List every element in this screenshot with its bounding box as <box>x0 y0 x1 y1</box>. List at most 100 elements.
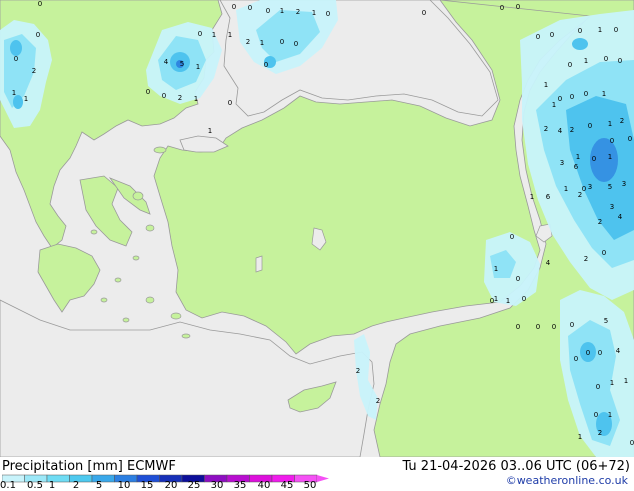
precip-value-label: 1 <box>312 9 316 17</box>
precip-value-label: 1 <box>196 63 200 71</box>
precip-value-label: 1 <box>552 101 556 109</box>
precip-value-label: 0 <box>294 40 298 48</box>
precip-value-label: 0 <box>326 10 330 18</box>
precip-value-label: 1 <box>610 379 614 387</box>
precip-value-label: 1 <box>578 433 582 441</box>
precip-value-label: 2 <box>246 38 250 46</box>
precip-core <box>572 38 588 50</box>
precip-value-label: 0 <box>14 55 18 63</box>
precip-value-label: 0 <box>604 55 608 63</box>
precip-value-label: 2 <box>178 94 182 102</box>
precip-core <box>13 95 23 109</box>
precip-value-label: 6 <box>546 193 551 201</box>
precip-value-label: 0 <box>516 3 520 11</box>
valid-time: Tu 21-04-2026 03..06 UTC (06+72) <box>402 459 630 474</box>
precip-value-label: 0 <box>598 349 602 357</box>
precip-value-label: 2 <box>620 117 624 125</box>
precip-value-label: 1 <box>608 411 612 419</box>
precip-value-label: 5 <box>604 317 608 325</box>
lake-beysehir <box>255 255 263 273</box>
precip-value-label: 0 <box>550 31 554 39</box>
precip-value-label: 0 <box>36 31 40 39</box>
map-title: Precipitation [mm] ECMWF <box>2 459 176 474</box>
precip-value-label: 0 <box>280 38 284 46</box>
precip-value-label: 0 <box>614 26 618 34</box>
precip-value-label: 1 <box>624 377 628 385</box>
precip-value-label: 0 <box>582 185 586 193</box>
scale-tick-label: 1 <box>48 480 56 491</box>
precip-value-label: 1 <box>564 185 568 193</box>
precip-value-label: 1 <box>280 7 284 15</box>
precip-value-label: 2 <box>296 8 300 16</box>
precip-value-label: 0 <box>536 323 540 331</box>
precip-value-label: 2 <box>32 67 36 75</box>
credit-link[interactable]: ©weatheronline.co.uk <box>506 474 628 487</box>
precip-value-label: 0 <box>516 275 520 283</box>
scale-tick-label: 15 <box>140 480 154 491</box>
precip-value-label: 3 <box>622 180 626 188</box>
precip-value-label: 0 <box>422 9 426 17</box>
precip-value-label: 6 <box>574 163 579 171</box>
precip-core <box>10 40 22 56</box>
precip-value-label: 1 <box>212 31 216 39</box>
precip-value-label: 2 <box>544 125 548 133</box>
scale-tick-label: 5 <box>95 480 103 491</box>
precip-value-label: 0 <box>146 88 150 96</box>
precip-value-label: 1 <box>208 127 212 135</box>
precip-value-label: 1 <box>228 31 232 39</box>
precip-value-label: 0 <box>162 92 166 100</box>
legend-footer: Precipitation [mm] ECMWF Tu 21-04-2026 0… <box>0 457 634 491</box>
precip-value-label: 1 <box>12 89 16 97</box>
scale-arrow <box>317 475 329 482</box>
scale-tick-label: 35 <box>233 480 247 491</box>
precip-value-label: 5 <box>608 183 612 191</box>
precip-value-label: 1 <box>584 57 588 65</box>
precip-value-label: 0 <box>630 439 634 447</box>
precip-value-label: 0 <box>38 0 42 8</box>
precip-value-label: 4 <box>164 58 169 66</box>
precip-value-label: 2 <box>578 191 582 199</box>
precip-value-label: 2 <box>584 255 588 263</box>
precip-value-label: 0 <box>588 122 592 130</box>
precip-value-label: 0 <box>264 61 268 69</box>
precip-value-label: 1 <box>544 81 548 89</box>
precip-value-label: 1 <box>598 26 602 34</box>
precip-value-label: 3 <box>588 183 592 191</box>
precip-value-label: 0 <box>232 3 236 11</box>
precipitation-map: 0 0 0 0 1 2 1 0 00 00 0 1 12 1 0 04 5 1 00 0 2 1 0102110 0 0 1 01 0… <box>0 0 634 457</box>
precip-value-label: 0 <box>628 135 632 143</box>
precip-value-label: 1 <box>494 265 498 273</box>
precip-value-label: 2 <box>570 126 574 134</box>
precip-value-label: 0 <box>574 355 578 363</box>
precip-value-label: 0 <box>510 233 514 241</box>
precip-value-label: 1 <box>608 120 612 128</box>
precip-value-label: 2 <box>598 218 602 226</box>
precip-value-label: 1 <box>608 153 612 161</box>
scale-tick-label: 2 <box>72 480 80 491</box>
precip-value-label: 0 <box>570 93 574 101</box>
precip-value-label: 0 <box>596 383 600 391</box>
precip-value-label: 2 <box>356 367 360 375</box>
scale-tick-label: 40 <box>257 480 271 491</box>
scale-tick-label: 20 <box>164 480 178 491</box>
precip-value-label: 0 <box>610 137 614 145</box>
precip-value-label: 0 <box>602 249 606 257</box>
scale-tick-label: 45 <box>280 480 294 491</box>
scale-tick-label: 0.5 <box>27 480 43 491</box>
precip-value-label: 1 <box>530 193 534 201</box>
precip-value-label: 1 <box>576 153 580 161</box>
precip-value-label: 0 <box>592 155 596 163</box>
precip-value-label: 0 <box>568 61 572 69</box>
precip-value-label: 0 <box>586 349 590 357</box>
precip-value-label: 1 <box>24 95 28 103</box>
precip-value-label: 0 <box>248 4 252 12</box>
precip-value-label: 0 <box>536 33 540 41</box>
precip-value-label: 0 <box>228 99 232 107</box>
precip-value-label: 0 <box>522 295 526 303</box>
scale-tick-label: 50 <box>303 480 317 491</box>
precip-value-label: 1 <box>194 95 198 103</box>
precip-value-label: 0 <box>500 4 504 12</box>
precip-value-label: 0 <box>558 95 562 103</box>
scale-tick-label: 0.1 <box>0 480 16 491</box>
precip-value-label: 0 <box>570 321 574 329</box>
